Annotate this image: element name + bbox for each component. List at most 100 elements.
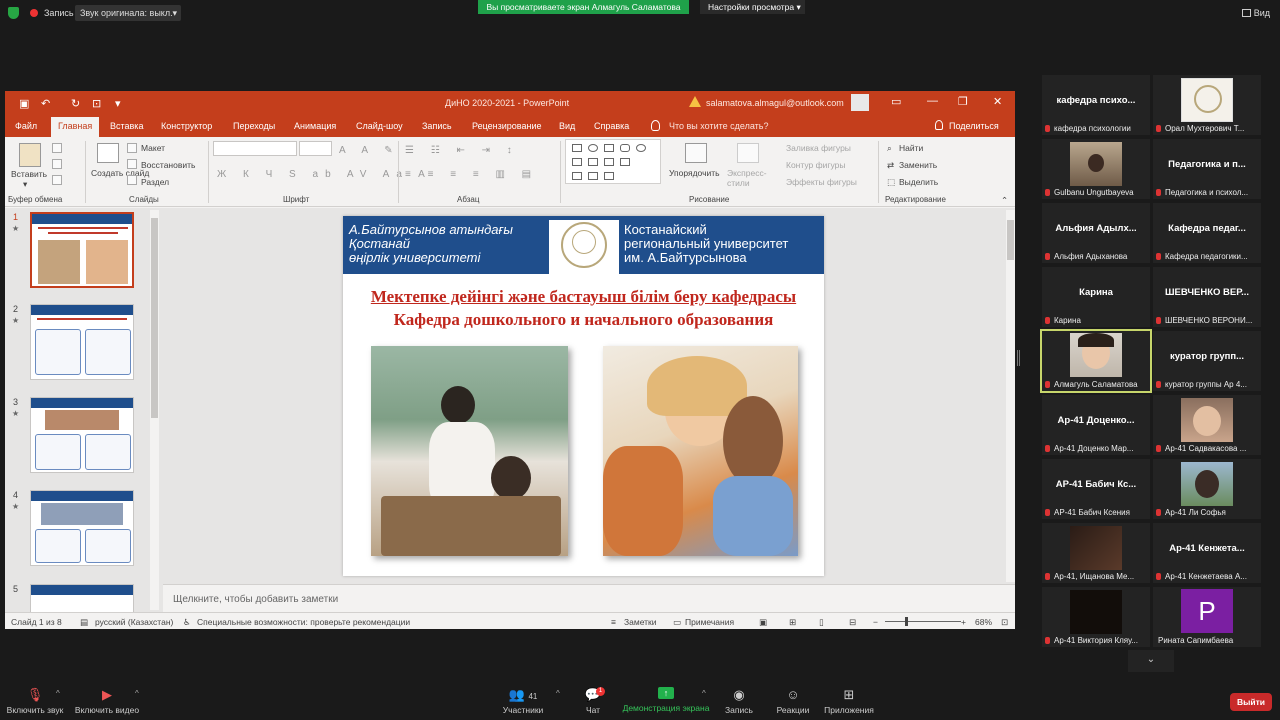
start-slideshow-icon[interactable]: ⊡ <box>92 97 101 110</box>
participant-tile[interactable]: Ар-41 Ли Софья <box>1153 459 1261 519</box>
notes-placeholder[interactable]: Щелкните, чтобы добавить заметки <box>173 594 338 605</box>
participant-tile[interactable]: Ар-41 Виктория Кляу... <box>1042 587 1150 647</box>
participant-tile[interactable]: Орал Мухтерович Т... <box>1153 75 1261 135</box>
pentagon-shape-icon[interactable] <box>620 158 630 166</box>
zoom-slider[interactable] <box>885 621 961 622</box>
tab-transitions[interactable]: Переходы <box>233 121 275 131</box>
collapse-ribbon-icon[interactable]: ⌃ <box>1001 195 1008 206</box>
zoom-out-icon[interactable]: − <box>873 617 878 627</box>
tab-file[interactable]: Файл <box>15 121 37 131</box>
participant-tile[interactable]: Альфия Адылх... Альфия Адыханова <box>1042 203 1150 263</box>
find-button[interactable]: Найти <box>899 143 923 153</box>
splitter-handle[interactable] <box>1017 350 1020 366</box>
arrange-icon[interactable] <box>685 143 707 163</box>
arrow-shape-icon[interactable] <box>604 158 614 166</box>
reactions-button[interactable]: ☺ Реакции <box>774 680 812 715</box>
slide-thumbnail-3[interactable] <box>30 397 134 473</box>
warning-icon[interactable] <box>689 96 701 107</box>
arrange-button[interactable]: Упорядочить <box>669 168 720 178</box>
participant-tile[interactable]: АР-41 Бабич Кс... АР-41 Бабич Ксения <box>1042 459 1150 519</box>
participant-tile[interactable]: Ар-41, Ищанова Ме... <box>1042 523 1150 583</box>
format-painter-icon[interactable] <box>52 175 62 185</box>
teacher-children-photo[interactable] <box>603 346 798 556</box>
security-shield-icon[interactable] <box>8 7 19 19</box>
rectangle-shape-icon[interactable] <box>572 144 582 152</box>
original-sound-select[interactable]: Звук оригинала: выкл. ▾ <box>75 5 181 21</box>
participant-tile[interactable]: Кафедра педаг... Кафедра педагогики... <box>1153 203 1261 263</box>
connector-shape-icon[interactable] <box>588 158 598 166</box>
notes-pane[interactable]: Щелкните, чтобы добавить заметки <box>163 584 1015 612</box>
apps-button[interactable]: ⊞ Приложения <box>822 680 876 715</box>
copy-icon[interactable] <box>52 159 62 169</box>
font-size-field[interactable] <box>299 141 332 156</box>
paste-icon[interactable] <box>19 143 41 167</box>
language-indicator[interactable]: русский (Казахстан) <box>95 617 173 627</box>
reset-button[interactable]: Восстановить <box>141 160 195 170</box>
tell-me-search[interactable]: Что вы хотите сделать? <box>669 121 769 131</box>
participants-options-caret-icon[interactable]: ^ <box>556 689 560 698</box>
account-avatar[interactable] <box>851 94 869 111</box>
section-button[interactable]: Раздел <box>141 177 169 187</box>
slide-title-ru[interactable]: Кафедра дошкольного и начального образов… <box>343 310 824 330</box>
participants-button[interactable]: 👥 41 Участники <box>500 680 546 715</box>
chat-button[interactable]: 💬 Чат <box>578 680 608 715</box>
triangle-shape-icon[interactable] <box>572 158 582 166</box>
scrollbar-handle[interactable] <box>1007 220 1014 260</box>
ribbon-display-icon[interactable]: ▭ <box>891 95 901 108</box>
replace-button[interactable]: Заменить <box>899 160 937 170</box>
slide-title-kz[interactable]: Мектепке дейінгі және бастауыш білім бер… <box>343 287 824 307</box>
zoom-level[interactable]: 68% <box>975 617 992 627</box>
close-icon[interactable]: ✕ <box>993 95 1002 108</box>
tab-review[interactable]: Рецензирование <box>472 121 542 131</box>
participant-tile[interactable]: Ар-41 Кенжета... Ар-41 Кенжетаева А... <box>1153 523 1261 583</box>
circle-shape-icon[interactable] <box>636 144 646 152</box>
participant-tile[interactable]: Педагогика и п... Педагогика и психол... <box>1153 139 1261 199</box>
participant-tile[interactable]: куратор групп... куратор группы Ар 4... <box>1153 331 1261 391</box>
more-participants-chevron-icon[interactable]: ⌄ <box>1128 650 1174 672</box>
slide-thumbnail-5[interactable] <box>30 584 134 614</box>
slideshow-view-icon[interactable]: ⊟ <box>849 617 856 628</box>
font-format-buttons[interactable]: Ж К Ч S ab AV Aa A <box>217 169 432 180</box>
redo-icon[interactable]: ↻ <box>71 97 80 110</box>
participant-tile[interactable]: P Рината Сапимбаева <box>1153 587 1261 647</box>
layout-button[interactable]: Макет <box>141 143 165 153</box>
list-buttons[interactable]: ☰ ☷ ⇤ ⇥ ↕ <box>405 145 519 156</box>
accessibility-status[interactable]: Специальные возможности: проверьте реком… <box>197 617 410 627</box>
scrollbar-handle[interactable] <box>151 218 158 418</box>
undo-icon[interactable]: ↶ <box>41 97 50 110</box>
align-buttons[interactable]: ≡ ≡ ≡ ≡ ▥ ▤ <box>405 169 538 180</box>
participant-tile[interactable]: Ар-41 Садвакасова ... <box>1153 395 1261 455</box>
slide-thumbnail-1[interactable] <box>30 212 134 288</box>
classroom-photo[interactable] <box>371 346 568 556</box>
video-options-caret-icon[interactable]: ^ <box>135 689 139 698</box>
new-slide-icon[interactable] <box>97 143 119 163</box>
participant-tile[interactable]: Gulbanu Ungutbayeva <box>1042 139 1150 199</box>
tab-home[interactable]: Главная <box>51 117 100 137</box>
normal-view-icon[interactable]: ▣ <box>759 617 767 628</box>
tab-design[interactable]: Конструктор <box>161 121 212 131</box>
spellcheck-icon[interactable]: ▤ <box>80 617 88 628</box>
reading-view-icon[interactable]: ▯ <box>819 617 824 628</box>
participant-tile[interactable]: Ар-41 Доценко... Ар-41 Доценко Мар... <box>1042 395 1150 455</box>
current-slide[interactable]: А.Байтурсынов атындағы Қостанай өңірлік … <box>343 216 824 576</box>
minimize-icon[interactable]: — <box>927 95 938 107</box>
cut-icon[interactable] <box>52 143 62 153</box>
share-screen-button[interactable]: ↑ Демонстрация экрана <box>622 680 710 713</box>
share-options-caret-icon[interactable]: ^ <box>702 689 706 698</box>
record-button[interactable]: ◉ Запись <box>722 680 756 715</box>
paste-button[interactable]: Вставить <box>11 169 47 179</box>
tab-record[interactable]: Запись <box>422 121 452 131</box>
tab-slideshow[interactable]: Слайд-шоу <box>356 121 403 131</box>
participant-tile[interactable]: ШЕВЧЕНКО ВЕР... ШЕВЧЕНКО ВЕРОНИ... <box>1153 267 1261 327</box>
font-name-field[interactable] <box>213 141 297 156</box>
rounded-rect-shape-icon[interactable] <box>620 144 630 152</box>
curve-shape-icon[interactable] <box>572 172 582 180</box>
paste-chevron-icon[interactable]: ▾ <box>23 179 27 190</box>
account-email[interactable]: salamatova.almagul@outlook.com <box>706 98 844 108</box>
zoom-in-icon[interactable]: + <box>961 617 966 627</box>
comments-button[interactable]: Примечания <box>685 617 734 627</box>
tab-view[interactable]: Вид <box>559 121 575 131</box>
customize-toolbar-icon[interactable]: ▾ <box>115 97 121 110</box>
font-size-buttons[interactable]: A A ✎ <box>339 145 400 156</box>
fit-to-window-icon[interactable]: ⊡ <box>1001 617 1008 628</box>
